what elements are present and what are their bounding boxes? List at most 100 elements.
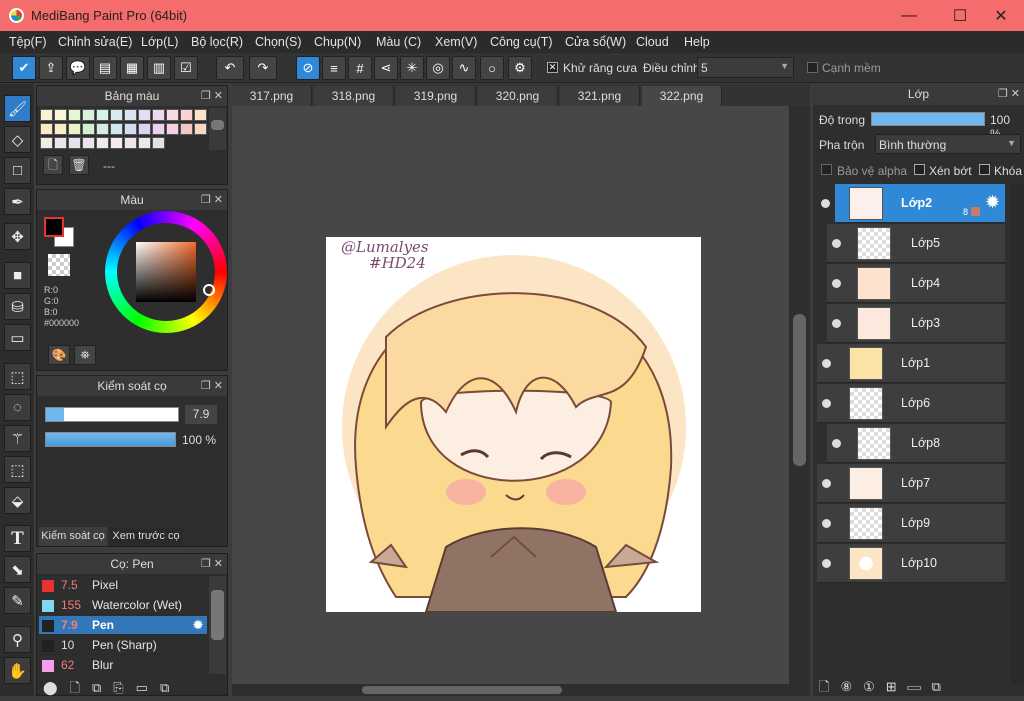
tab-320[interactable]: 320.png	[478, 86, 558, 106]
palette-swatch[interactable]	[82, 137, 95, 149]
layer-row-lop6[interactable]: Lớp6	[817, 384, 1005, 423]
brush-item-pen-sharp[interactable]: 10 Pen (Sharp)	[39, 636, 207, 655]
tab-319[interactable]: 319.png	[396, 86, 476, 106]
menu-filter[interactable]: Bộ lọc(R)	[191, 35, 243, 49]
menu-layer[interactable]: Lớp(L)	[141, 35, 178, 49]
palette-swatch[interactable]	[96, 137, 109, 149]
palette-swatch[interactable]	[96, 123, 109, 135]
palette-swatch[interactable]	[124, 123, 137, 135]
undo-icon[interactable]: ↶	[216, 56, 244, 80]
canvas-vertical-scrollbar[interactable]	[789, 106, 810, 696]
menu-view[interactable]: Xem(V)	[435, 35, 477, 49]
panel-close-icon[interactable]: ❐ ✕	[201, 554, 223, 574]
palette-swatch[interactable]	[110, 137, 123, 149]
palette-swatch[interactable]	[138, 109, 151, 121]
palette-swatch[interactable]	[138, 137, 151, 149]
menu-edit[interactable]: Chỉnh sửa(E)	[58, 35, 132, 49]
palette-swatch[interactable]	[40, 123, 53, 135]
color-palette-icon[interactable]: 🎨	[48, 345, 70, 365]
palette-swatch[interactable]	[110, 123, 123, 135]
snap-settings-icon[interactable]: ⚙	[508, 56, 532, 80]
adjust-select[interactable]: 5 ▼	[697, 57, 794, 78]
redo-icon[interactable]: ↷	[249, 56, 277, 80]
concentric-snap-icon[interactable]: ◎	[426, 56, 450, 80]
parallel-snap-icon[interactable]: ≡	[322, 56, 346, 80]
comment-icon[interactable]: 💬	[66, 56, 90, 80]
panel-close-icon[interactable]: ❐ ✕	[201, 190, 223, 210]
menu-select[interactable]: Chọn(S)	[255, 35, 302, 49]
operation-tool-icon[interactable]: ⬊	[4, 556, 31, 583]
color-picker-icon[interactable]: ⛯	[74, 345, 96, 365]
brush-item-pen[interactable]: 7.9 Pen ✹	[39, 616, 207, 635]
medibang-cloud-icon[interactable]: ✔	[12, 56, 36, 80]
palette-swatch[interactable]	[40, 109, 53, 121]
curve-snap-icon[interactable]: ∿	[452, 56, 476, 80]
eye-icon[interactable]	[822, 559, 831, 568]
document-icon[interactable]: ▦	[120, 56, 144, 80]
magic-wand-tool-icon[interactable]: ⚚	[4, 425, 31, 452]
foreground-color-swatch[interactable]	[44, 217, 64, 237]
hand-tool-icon[interactable]: ✋	[4, 657, 31, 684]
brush-item-blur[interactable]: 62 Blur	[39, 656, 207, 675]
palette-swatch[interactable]	[82, 109, 95, 121]
palette-swatch[interactable]	[54, 109, 67, 121]
palette-swatch[interactable]	[68, 109, 81, 121]
hue-wheel[interactable]	[105, 211, 227, 333]
layer-list-scrollbar[interactable]	[1011, 184, 1024, 684]
brush-size-value[interactable]: 7.9	[185, 405, 217, 424]
ellipse-snap-icon[interactable]: ○	[480, 56, 504, 80]
layer-row-lop9[interactable]: Lớp9	[817, 504, 1005, 543]
maximize-button[interactable]: ☐	[937, 0, 983, 31]
gear-icon[interactable]: ✹	[193, 616, 203, 635]
brush-footer-icons[interactable]: ⬤🗋⧉⎘▭⧉	[43, 679, 181, 701]
palette-swatch[interactable]	[54, 137, 67, 149]
palette-swatch[interactable]	[68, 123, 81, 135]
fill-shape-tool-icon[interactable]: ■	[4, 262, 31, 289]
palette-swatch[interactable]	[194, 109, 207, 121]
palette-swatch[interactable]	[152, 123, 165, 135]
delete-palette-icon[interactable]: 🗑	[69, 155, 89, 175]
menu-capture[interactable]: Chụp(N)	[314, 35, 361, 49]
palette-swatch[interactable]	[194, 123, 207, 135]
tab-317[interactable]: 317.png	[232, 86, 312, 106]
clip-checkbox[interactable]	[914, 164, 925, 175]
tab-321[interactable]: 321.png	[560, 86, 640, 106]
panel-icon[interactable]: ▥	[147, 56, 171, 80]
panel-close-icon[interactable]: ❐ ✕	[201, 376, 223, 396]
menu-color[interactable]: Màu (C)	[376, 35, 421, 49]
radial-snap-icon[interactable]: ✳	[400, 56, 424, 80]
menu-file[interactable]: Tệp(F)	[9, 35, 47, 49]
menu-tools[interactable]: Công cụ(T)	[490, 35, 553, 49]
layer-opacity-slider[interactable]	[871, 112, 985, 126]
layer-row-lop8[interactable]: Lớp8	[827, 424, 1005, 463]
bucket-tool-icon[interactable]: ⛁	[4, 293, 31, 320]
move-tool-icon[interactable]: ✥	[4, 223, 31, 250]
eye-icon[interactable]	[832, 279, 841, 288]
palette-swatch[interactable]	[180, 109, 193, 121]
no-snap-icon[interactable]: ⊘	[296, 56, 320, 80]
divide-tool-icon[interactable]: ✎	[4, 587, 31, 614]
gradient-tool-icon[interactable]: ▭	[4, 324, 31, 351]
menu-window[interactable]: Cửa sổ(W)	[565, 35, 626, 49]
gear-icon[interactable]: ✹	[985, 192, 1000, 213]
hue-cursor[interactable]	[203, 284, 215, 296]
brush-tool-icon[interactable]: 🖌	[4, 95, 31, 122]
brush-item-watercolor[interactable]: 155 Watercolor (Wet)	[39, 596, 207, 615]
palette-swatch[interactable]	[152, 137, 165, 149]
palette-swatch[interactable]	[152, 109, 165, 121]
palette-swatch[interactable]	[166, 109, 179, 121]
minimize-button[interactable]: —	[886, 0, 932, 31]
panel-close-icon[interactable]: ❐ ✕	[201, 86, 223, 106]
chat-icon[interactable]: ▤	[93, 56, 117, 80]
antialias-checkbox[interactable]: ✕	[547, 62, 558, 73]
grid-snap-icon[interactable]: #	[348, 56, 372, 80]
layer-footer-icons[interactable]: 🗋⑧①⊞▭⧉	[819, 678, 952, 700]
select-eraser-tool-icon[interactable]: ⬙	[4, 487, 31, 514]
brush-opacity-slider[interactable]	[45, 432, 176, 447]
palette-swatch[interactable]	[138, 123, 151, 135]
tab-322[interactable]: 322.png	[642, 86, 722, 106]
layer-row-lop3[interactable]: Lớp3	[827, 304, 1005, 343]
palette-swatch[interactable]	[96, 109, 109, 121]
layer-row-lop1[interactable]: Lớp1	[817, 344, 1005, 383]
protect-alpha-checkbox[interactable]	[821, 164, 832, 175]
